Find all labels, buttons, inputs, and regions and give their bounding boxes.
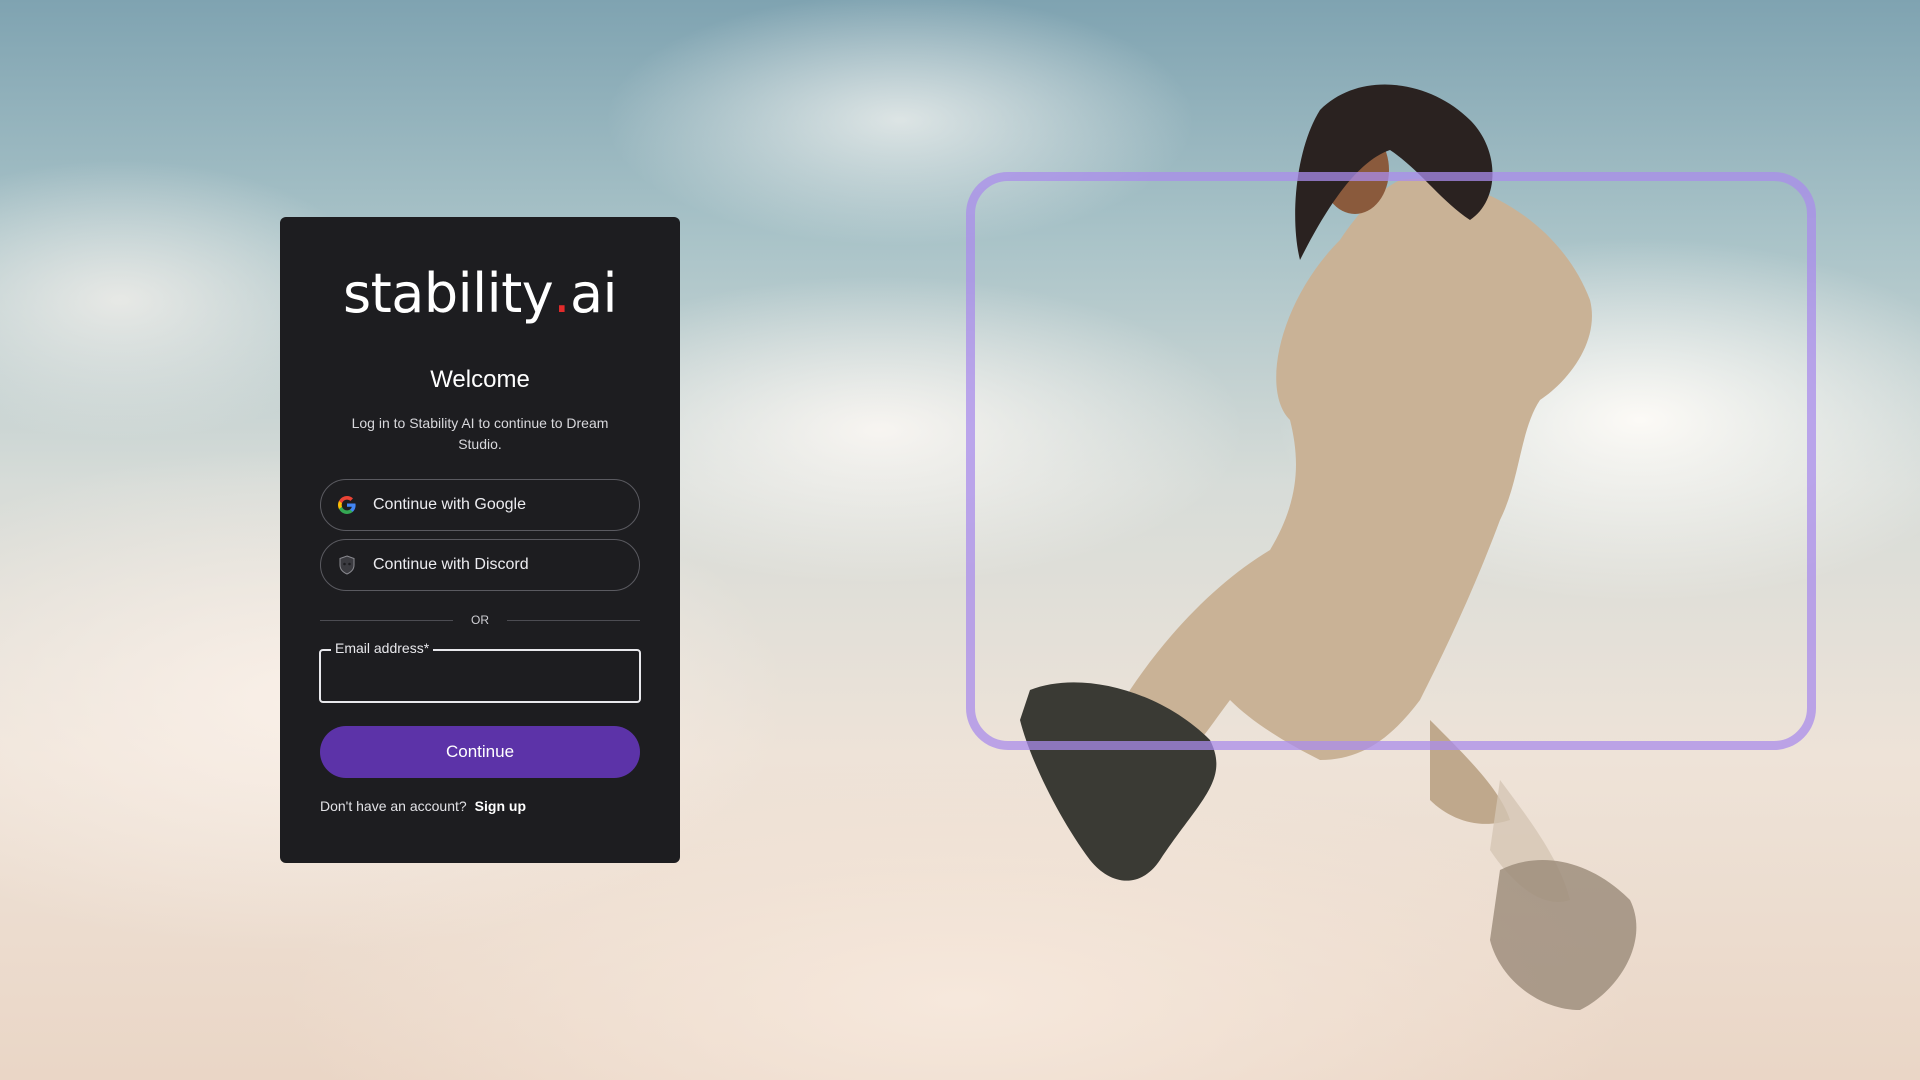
divider-line-right [507, 619, 640, 621]
logo-text-suffix: ai [569, 262, 618, 325]
decorative-frame [966, 172, 1816, 750]
signup-row: Don't have an account? Sign up [320, 798, 640, 814]
continue-button[interactable]: Continue [320, 726, 640, 778]
login-subtitle: Log in to Stability AI to continue to Dr… [351, 415, 609, 452]
sign-up-link[interactable]: Sign up [475, 798, 526, 814]
continue-with-google-button[interactable]: Continue with Google [320, 479, 640, 531]
email-field-label: Email address* [331, 640, 434, 656]
signup-prompt: Don't have an account? [320, 798, 467, 814]
google-icon [337, 495, 357, 515]
divider-label: OR [471, 613, 489, 627]
divider-line-left [320, 619, 453, 621]
logo-dot: . [553, 262, 570, 325]
background-scene: stability. ai Welcome Log in to Stability… [0, 0, 1920, 1080]
discord-icon [337, 555, 357, 575]
email-field: Email address* [319, 640, 641, 703]
discord-button-label: Continue with Discord [373, 556, 529, 573]
google-button-label: Continue with Google [373, 496, 526, 513]
email-input[interactable] [321, 651, 639, 701]
stability-logo: stability. ai [342, 262, 618, 325]
continue-with-discord-button[interactable]: Continue with Discord [320, 539, 640, 591]
page-title: Welcome [430, 366, 530, 393]
or-divider: OR [320, 613, 640, 627]
logo-text-main: stability [342, 262, 554, 325]
login-card: stability. ai Welcome Log in to Stability… [280, 217, 680, 863]
